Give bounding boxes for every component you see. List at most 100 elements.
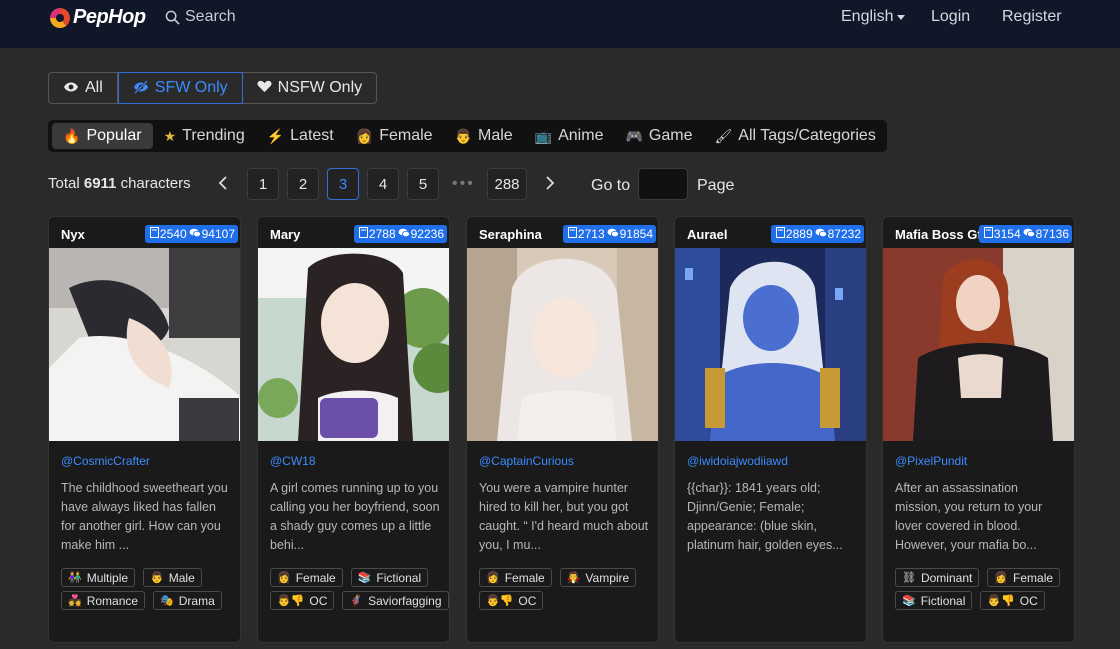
filter-nsfw-label: NSFW Only bbox=[277, 79, 363, 96]
tag-oc[interactable]: 👨👎 OC bbox=[980, 591, 1045, 610]
character-card-aurael[interactable]: Aurael 2889 87232 @iwidoiajwodiiawd {{ch… bbox=[674, 216, 867, 643]
chat-icon bbox=[607, 227, 619, 241]
author-link[interactable]: @CaptainCurious bbox=[479, 454, 574, 468]
character-image[interactable] bbox=[883, 248, 1074, 441]
brush-icon: 🖌 bbox=[714, 127, 733, 144]
tag-male[interactable]: 👨 Male bbox=[143, 568, 202, 587]
chain-icon: ⛓ bbox=[902, 572, 916, 584]
search-button[interactable]: Search bbox=[165, 8, 236, 26]
category-trending[interactable]: ★ Trending bbox=[153, 123, 256, 149]
books-icon: 📚 bbox=[902, 595, 916, 607]
tag-label: Dominant bbox=[920, 570, 973, 585]
character-image[interactable] bbox=[258, 248, 449, 441]
tag-label: Female bbox=[295, 570, 336, 585]
caret-down-icon bbox=[897, 14, 906, 20]
filter-all-button[interactable]: All bbox=[49, 73, 118, 103]
logo-icon bbox=[50, 7, 70, 28]
page-button-last[interactable]: 288 bbox=[487, 168, 527, 200]
bookmark-icon bbox=[358, 227, 368, 241]
prev-page-icon[interactable] bbox=[218, 176, 228, 195]
category-bar: 🔥 Popular ★ Trending ⚡ Latest 👩 Female 👨 Male… bbox=[48, 120, 887, 152]
goto-label: Go to bbox=[591, 177, 631, 194]
tag-label: Female bbox=[1013, 570, 1054, 585]
next-page-icon[interactable] bbox=[545, 176, 555, 195]
bookmark-icon bbox=[567, 227, 577, 241]
tag-female[interactable]: 👩 Female bbox=[479, 568, 552, 587]
page-button-1[interactable]: 1 bbox=[247, 168, 279, 200]
page-button-5[interactable]: 5 bbox=[407, 168, 439, 200]
chat-count: 92236 bbox=[410, 227, 444, 241]
more-pages-icon[interactable]: ••• bbox=[452, 175, 475, 193]
category-male[interactable]: 👨 Male bbox=[444, 123, 524, 149]
category-label: Popular bbox=[86, 127, 142, 144]
filter-sfw-button[interactable]: SFW Only bbox=[117, 72, 243, 104]
tag-fictional[interactable]: 📚 Fictional bbox=[350, 568, 429, 587]
category-all-tags[interactable]: 🖌 All Tags/Categories bbox=[703, 123, 886, 149]
couple-icon: 👫 bbox=[68, 572, 82, 584]
fire-icon: 🔥 bbox=[63, 127, 81, 144]
login-link[interactable]: Login bbox=[931, 8, 970, 26]
total-suffix: characters bbox=[120, 175, 191, 192]
author-link[interactable]: @PixelPundit bbox=[895, 454, 967, 468]
author-link[interactable]: @iwidoiajwodiiawd bbox=[687, 454, 788, 468]
oc-icon: 👨👎 bbox=[486, 595, 514, 607]
tag-saviorfagging[interactable]: 🦸 Saviorfagging bbox=[342, 591, 449, 610]
character-card-seraphina[interactable]: Seraphina 2713 91854 @CaptainCurious You… bbox=[466, 216, 659, 643]
lightning-icon: ⚡ bbox=[266, 127, 285, 144]
filter-nsfw-button[interactable]: NSFW Only bbox=[243, 73, 376, 103]
category-game[interactable]: 🎮 Game bbox=[614, 123, 703, 149]
bookmark-count: 2540 bbox=[159, 227, 187, 241]
bookmark-count: 2713 bbox=[577, 227, 605, 241]
tag-oc[interactable]: 👨👎 OC bbox=[479, 591, 544, 610]
tag-label: OC bbox=[518, 593, 537, 608]
tag-romance[interactable]: 💑 Romance bbox=[61, 591, 146, 610]
category-popular[interactable]: 🔥 Popular bbox=[52, 123, 153, 149]
character-card-mary[interactable]: Mary 2788 92236 @CW18 A girl comes runni… bbox=[257, 216, 450, 643]
tag-drama[interactable]: 🎭 Drama bbox=[153, 591, 222, 610]
category-female[interactable]: 👩 Female bbox=[345, 123, 444, 149]
tag-multiple[interactable]: 👫 Multiple bbox=[61, 568, 136, 587]
woman-icon: 👩 bbox=[994, 572, 1009, 584]
page-button-4[interactable]: 4 bbox=[367, 168, 399, 200]
tag-oc[interactable]: 👨👎 OC bbox=[270, 591, 335, 610]
language-label: English bbox=[841, 8, 894, 25]
register-link[interactable]: Register bbox=[1002, 8, 1062, 26]
tag-dominant[interactable]: ⛓ Dominant bbox=[895, 568, 980, 587]
bookmark-count: 3154 bbox=[993, 227, 1021, 241]
character-description: {{char}}: 1841 years old; Djinn/Genie; F… bbox=[687, 481, 843, 552]
chat-count: 91854 bbox=[619, 227, 653, 241]
character-image[interactable] bbox=[49, 248, 240, 441]
tag-fictional[interactable]: 📚 Fictional bbox=[895, 591, 973, 610]
category-anime[interactable]: 📺 Anime bbox=[524, 123, 615, 149]
total-prefix: Total bbox=[48, 175, 80, 192]
chat-icon bbox=[398, 227, 410, 241]
woman-icon: 👩 bbox=[355, 127, 374, 144]
character-image[interactable] bbox=[675, 248, 866, 441]
author-link[interactable]: @CosmicCrafter bbox=[61, 454, 150, 468]
character-card-nyx[interactable]: Nyx 2540 94107 @CosmicCrafter The childh… bbox=[48, 216, 241, 643]
woman-icon: 👩 bbox=[486, 572, 500, 584]
category-latest[interactable]: ⚡ Latest bbox=[256, 123, 345, 149]
tag-vampire[interactable]: 🧛 Vampire bbox=[559, 568, 637, 587]
tag-female[interactable]: 👩 Female bbox=[987, 568, 1061, 587]
total-count-text: Total 6911 characters bbox=[48, 175, 191, 192]
oc-icon: 👨👎 bbox=[277, 595, 305, 607]
language-dropdown[interactable]: English bbox=[841, 8, 906, 26]
bookmark-icon bbox=[775, 227, 785, 241]
page-button-3[interactable]: 3 bbox=[327, 168, 359, 200]
category-label: Latest bbox=[290, 127, 334, 144]
tag-label: Vampire bbox=[585, 570, 630, 585]
character-card-mafia-boss-gf[interactable]: Mafia Boss Gf 3154 87136 @PixelPundit Af… bbox=[882, 216, 1075, 643]
character-image[interactable] bbox=[467, 248, 658, 441]
masks-icon: 🎭 bbox=[160, 595, 174, 607]
category-label: Female bbox=[379, 127, 433, 144]
logo[interactable]: PepHop bbox=[50, 6, 146, 29]
tag-female[interactable]: 👩 Female bbox=[270, 568, 343, 587]
vampire-icon: 🧛 bbox=[566, 572, 581, 584]
tag-label: Fictional bbox=[376, 570, 422, 585]
tag-label: Romance bbox=[86, 593, 139, 608]
page-button-2[interactable]: 2 bbox=[287, 168, 319, 200]
goto-page-input[interactable] bbox=[638, 168, 688, 200]
author-link[interactable]: @CW18 bbox=[270, 454, 316, 468]
tag-label: Multiple bbox=[86, 570, 129, 585]
